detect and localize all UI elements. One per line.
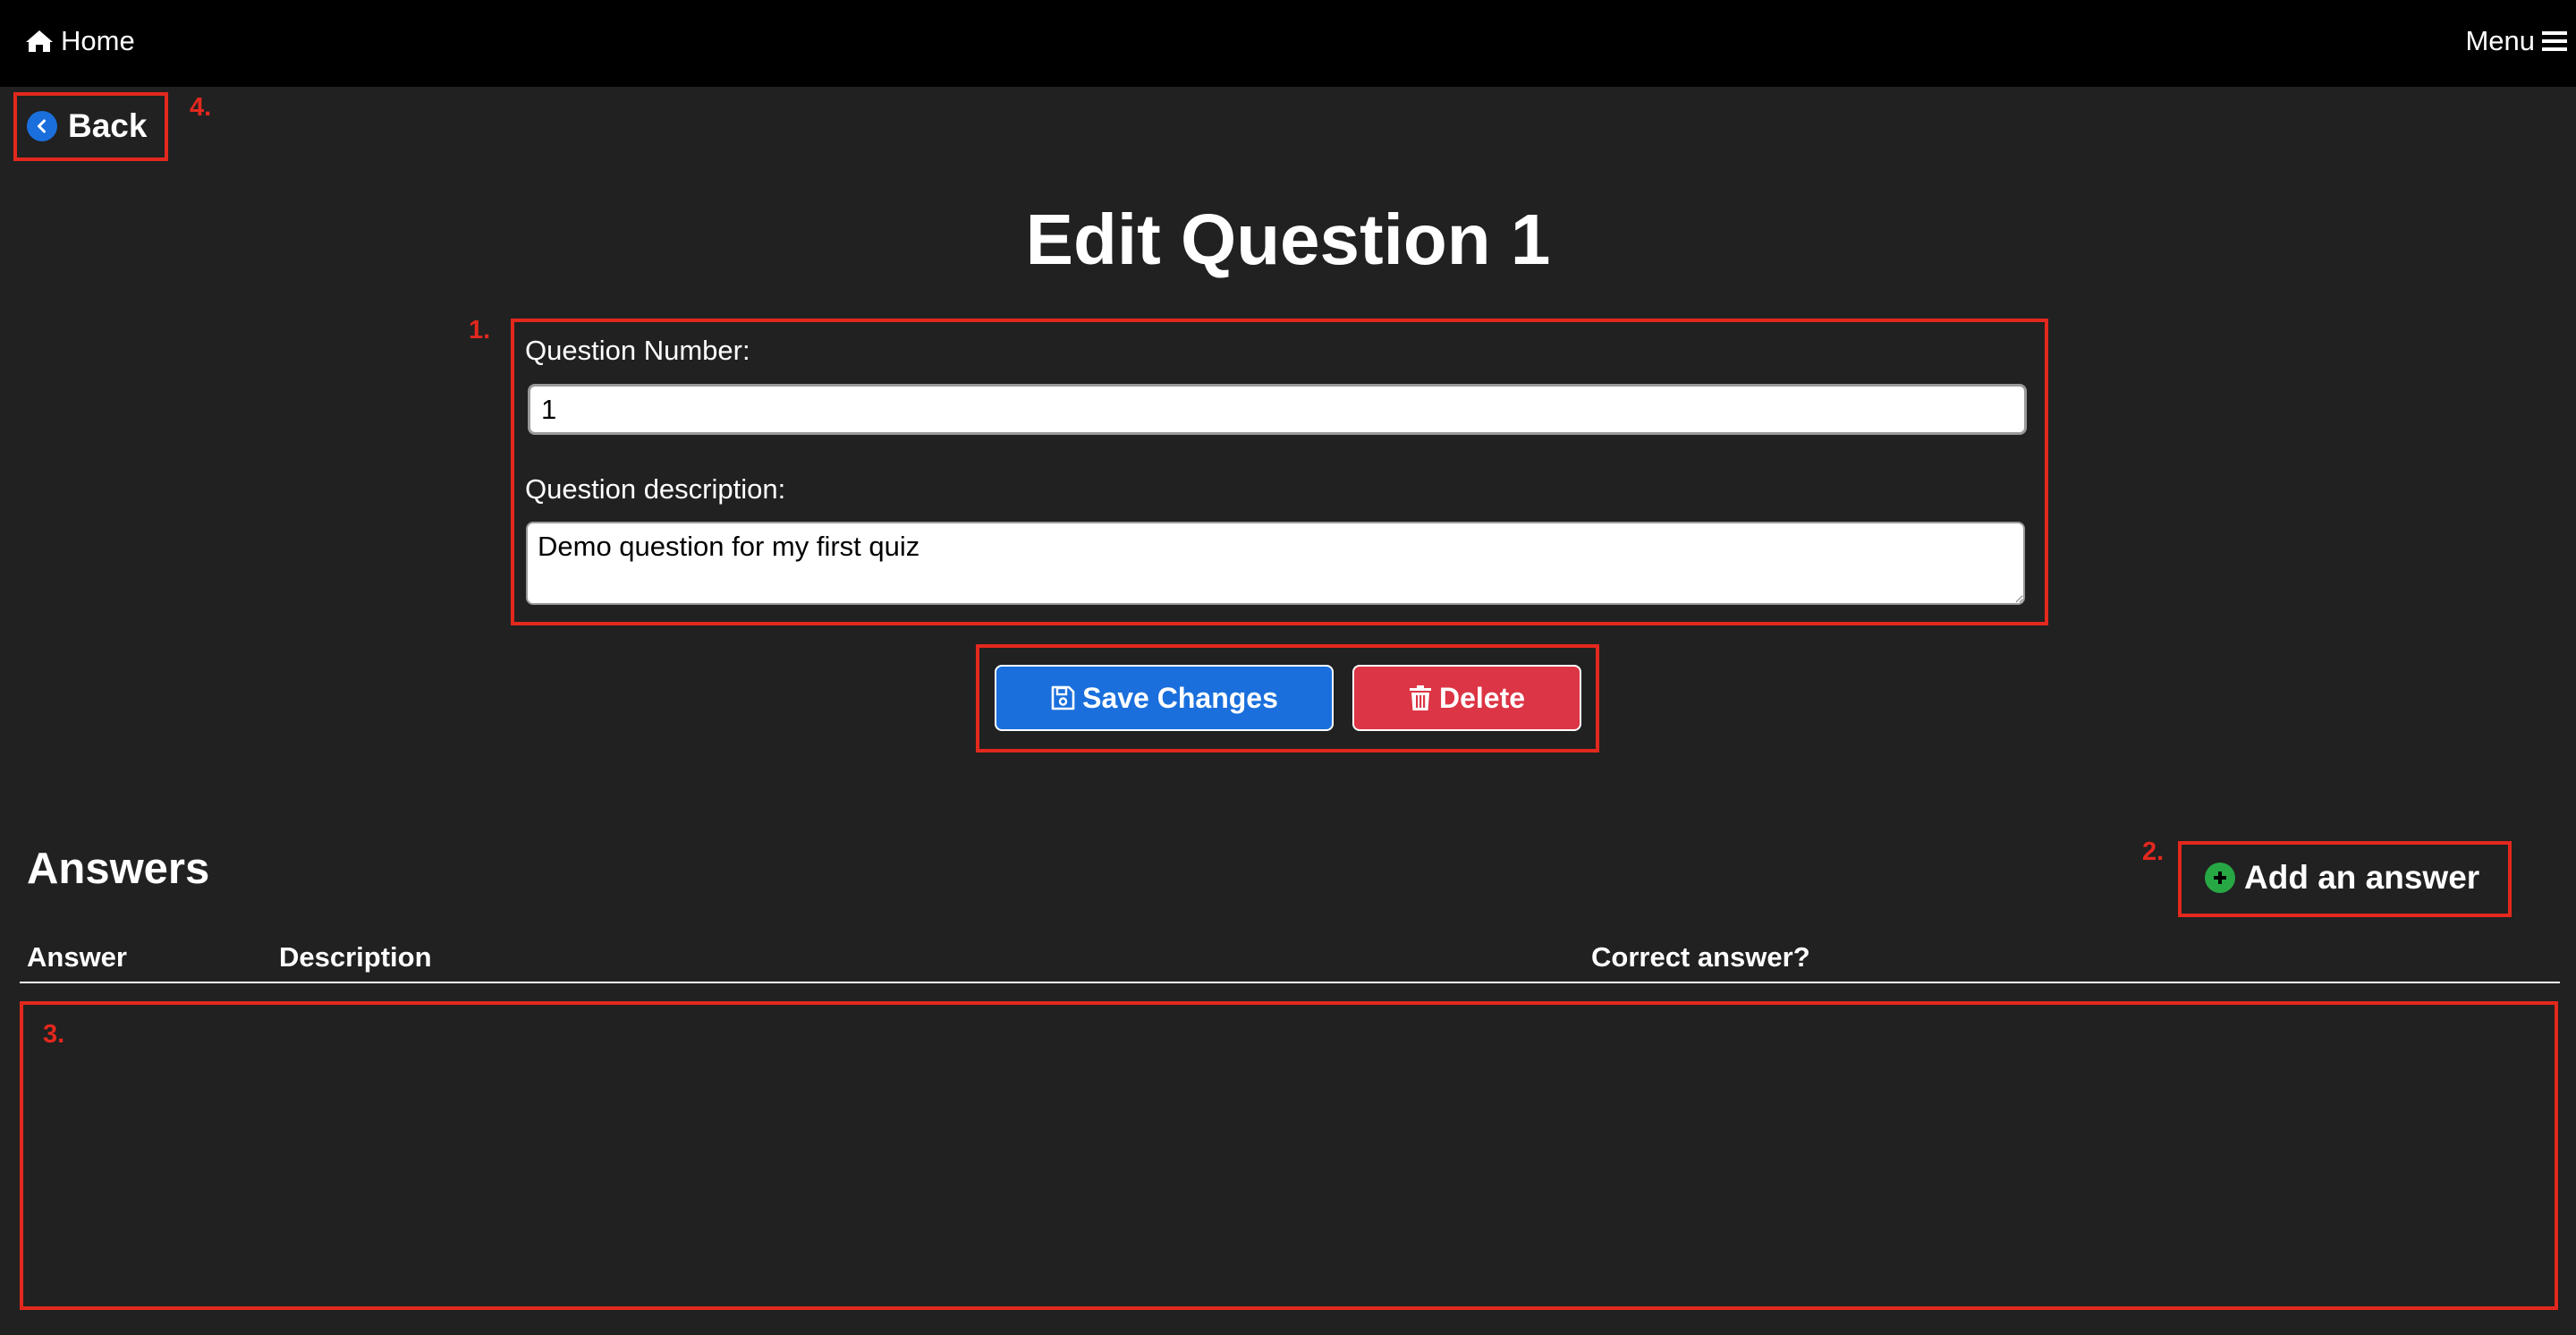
add-answer-button[interactable]: Add an answer	[2205, 859, 2479, 897]
annotation-box-answers-table	[20, 1001, 2558, 1310]
column-header-answer: Answer	[27, 941, 127, 973]
table-header-divider	[20, 982, 2560, 983]
trash-icon	[1409, 685, 1431, 710]
annotation-number: 4.	[190, 93, 212, 122]
menu-button[interactable]: Menu	[2465, 25, 2567, 57]
annotation-box-back	[13, 92, 168, 161]
save-changes-button[interactable]: Save Changes	[995, 665, 1334, 731]
top-navbar: Home Menu	[0, 0, 2576, 87]
hamburger-icon	[2542, 31, 2567, 51]
home-icon	[26, 30, 53, 52]
floppy-disk-icon	[1051, 685, 1075, 710]
question-description-label: Question description:	[525, 473, 786, 505]
column-header-correct-answer: Correct answer?	[1591, 941, 1810, 973]
add-answer-label: Add an answer	[2244, 859, 2480, 896]
delete-button[interactable]: Delete	[1352, 665, 1581, 731]
answers-heading: Answers	[27, 845, 210, 893]
question-number-input[interactable]	[528, 384, 2027, 435]
delete-label: Delete	[1438, 681, 1526, 714]
annotation-number: 2.	[2142, 838, 2165, 866]
annotation-number: 3.	[43, 1020, 65, 1049]
plus-circle-icon	[2205, 863, 2235, 893]
annotation-number: 1.	[469, 316, 491, 344]
home-link[interactable]: Home	[25, 25, 135, 57]
column-header-description: Description	[279, 941, 432, 973]
page-title: Edit Question 1	[1025, 200, 1551, 279]
question-number-label: Question Number:	[525, 335, 750, 366]
home-label: Home	[61, 25, 135, 56]
question-description-textarea[interactable]: Demo question for my first quiz	[526, 522, 2025, 605]
menu-label: Menu	[2465, 25, 2535, 56]
save-changes-label: Save Changes	[1082, 681, 1278, 714]
